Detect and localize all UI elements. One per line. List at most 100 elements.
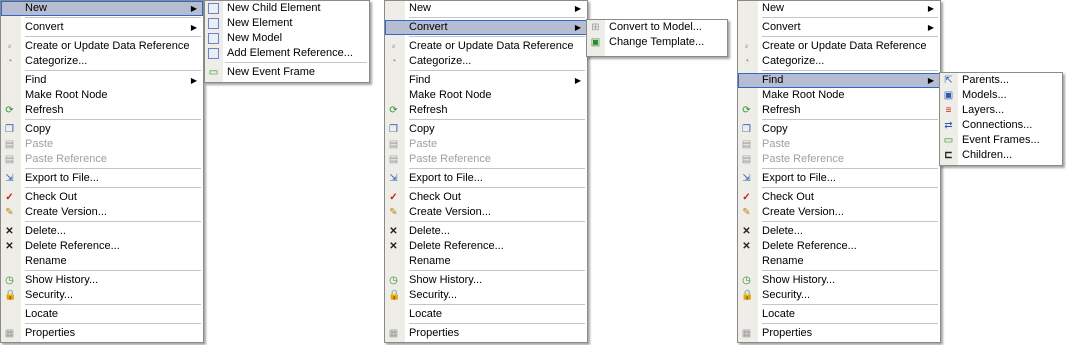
submenu-arrow-icon: ▶ bbox=[190, 4, 197, 13]
menu-item-delete[interactable]: ✕ Delete... bbox=[738, 224, 940, 239]
history-icon: ◷ bbox=[5, 275, 14, 286]
menu-item-show-history[interactable]: ◷ Show History... bbox=[385, 273, 587, 288]
paste-icon: ▤ bbox=[4, 139, 15, 150]
menu-item-export-to-file[interactable]: ⇲ Export to File... bbox=[738, 171, 940, 186]
menu-item-new[interactable]: New ▶ bbox=[738, 1, 940, 16]
menu-item-show-history[interactable]: ◷ Show History... bbox=[738, 273, 940, 288]
menu-item-check-out[interactable]: ✓ Check Out bbox=[385, 190, 587, 205]
menu-item-make-root-node[interactable]: Make Root Node bbox=[1, 88, 203, 103]
menu-item-delete[interactable]: ✕ Delete... bbox=[385, 224, 587, 239]
menu-item-convert[interactable]: Convert ▶ bbox=[738, 20, 940, 35]
paste-reference-icon: ▤ bbox=[388, 154, 399, 165]
submenu-arrow-icon: ▶ bbox=[190, 23, 197, 32]
menu-item-paste-reference: ▤ Paste Reference bbox=[388, 153, 491, 165]
menu-item-create-version[interactable]: ✎ Create Version... bbox=[1, 205, 203, 220]
menu-item-create-version[interactable]: ✎ Create Version... bbox=[385, 205, 587, 220]
convert-to-model-item[interactable]: ⊞ Convert to Model... bbox=[587, 20, 727, 35]
menu-item-properties[interactable]: ▦ Properties bbox=[385, 326, 587, 341]
delete-reference-icon: ✕ bbox=[5, 241, 14, 252]
delete-icon: ✕ bbox=[742, 226, 751, 237]
menu-item-rename[interactable]: Rename bbox=[1, 254, 203, 269]
menu-item-locate[interactable]: Locate bbox=[385, 307, 587, 322]
copy-icon: ❐ bbox=[742, 124, 751, 135]
copy-icon: ❐ bbox=[5, 124, 14, 135]
new-model-item[interactable]: New Model bbox=[205, 31, 369, 46]
data-reference-icon: ⸗ bbox=[7, 41, 12, 52]
menu-item-locate[interactable]: Locate bbox=[1, 307, 203, 322]
add-element-reference-item[interactable]: Add Element Reference... bbox=[205, 46, 369, 61]
properties-icon: ▦ bbox=[741, 328, 752, 339]
menu-item-security[interactable]: 🔒 Security... bbox=[1, 288, 203, 303]
submenu-arrow-icon: ▶ bbox=[927, 4, 934, 13]
checkmark-icon: ✓ bbox=[5, 192, 14, 203]
lock-icon: 🔒 bbox=[388, 290, 401, 301]
menu-item-create-update-data-reference[interactable]: ⸗ Create or Update Data Reference bbox=[1, 39, 203, 54]
menu-item-convert[interactable]: Convert ▶ bbox=[385, 20, 587, 35]
submenu-arrow-icon: ▶ bbox=[190, 76, 197, 85]
event-frames-icon: ▭ bbox=[943, 135, 954, 146]
delete-icon: ✕ bbox=[389, 226, 398, 237]
version-icon: ✎ bbox=[389, 207, 398, 218]
find-layers-item[interactable]: ≡ Layers... bbox=[940, 103, 1062, 118]
menu-item-copy[interactable]: ❐ Copy bbox=[385, 122, 587, 137]
event-frame-icon: ▭ bbox=[208, 67, 219, 78]
properties-icon: ▦ bbox=[4, 328, 15, 339]
menu-item-categorize[interactable]: ◔ Categorize... bbox=[1, 54, 203, 69]
menu-item-convert[interactable]: Convert ▶ bbox=[1, 20, 203, 35]
menu-item-delete-reference[interactable]: ✕ Delete Reference... bbox=[385, 239, 587, 254]
menu-item-refresh[interactable]: ⟳ Refresh bbox=[385, 103, 587, 118]
menu-item-categorize[interactable]: ◔ Categorize... bbox=[738, 54, 940, 69]
find-models-item[interactable]: ▣ Models... bbox=[940, 88, 1062, 103]
menu-item-paste-reference: ▤ Paste Reference bbox=[4, 153, 107, 165]
menu-item-security[interactable]: 🔒 Security... bbox=[738, 288, 940, 303]
menu-item-make-root-node[interactable]: Make Root Node bbox=[738, 88, 940, 103]
context-menu-2: New ▶ Convert ▶ ⸗ Create or Update Data Ref… bbox=[384, 0, 588, 343]
menu-item-rename[interactable]: Rename bbox=[385, 254, 587, 269]
menu-item-new[interactable]: New ▶ bbox=[1, 1, 203, 16]
menu-item-refresh[interactable]: ⟳ Refresh bbox=[1, 103, 203, 118]
new-event-frame-item[interactable]: ▭ New Event Frame bbox=[205, 65, 369, 80]
menu-item-show-history[interactable]: ◷ Show History... bbox=[1, 273, 203, 288]
menu-item-security[interactable]: 🔒 Security... bbox=[385, 288, 587, 303]
submenu-arrow-icon: ▶ bbox=[927, 76, 934, 85]
find-event-frames-item[interactable]: ▭ Event Frames... bbox=[940, 133, 1062, 148]
menu-item-delete-reference[interactable]: ✕ Delete Reference... bbox=[1, 239, 203, 254]
menu-item-check-out[interactable]: ✓ Check Out bbox=[738, 190, 940, 205]
menu-item-refresh[interactable]: ⟳ Refresh bbox=[738, 103, 940, 118]
menu-item-copy[interactable]: ❐ Copy bbox=[738, 122, 940, 137]
menu-item-categorize[interactable]: ◔ Categorize... bbox=[385, 54, 587, 69]
menu-item-delete-reference[interactable]: ✕ Delete Reference... bbox=[738, 239, 940, 254]
models-icon: ▣ bbox=[943, 90, 954, 101]
menu-item-rename[interactable]: Rename bbox=[738, 254, 940, 269]
menu-item-find[interactable]: Find ▶ bbox=[1, 73, 203, 88]
menu-item-properties[interactable]: ▦ Properties bbox=[738, 326, 940, 341]
menu-item-find[interactable]: Find ▶ bbox=[385, 73, 587, 88]
context-menu-3: New ▶ Convert ▶ ⸗ Create or Update Data Ref… bbox=[737, 0, 941, 343]
menu-item-find[interactable]: Find ▶ bbox=[738, 73, 940, 88]
menu-item-export-to-file[interactable]: ⇲ Export to File... bbox=[385, 171, 587, 186]
submenu-arrow-icon: ▶ bbox=[574, 76, 581, 85]
submenu-arrow-icon: ▶ bbox=[574, 23, 581, 32]
find-connections-item[interactable]: ⇄ Connections... bbox=[940, 118, 1062, 133]
menu-item-create-version[interactable]: ✎ Create Version... bbox=[738, 205, 940, 220]
new-element-item[interactable]: New Element bbox=[205, 16, 369, 31]
find-children-item[interactable]: ⊏ Children... bbox=[940, 148, 1062, 163]
menu-item-new[interactable]: New ▶ bbox=[385, 1, 587, 16]
menu-item-make-root-node[interactable]: Make Root Node bbox=[385, 88, 587, 103]
menu-item-paste: ▤ Paste bbox=[4, 138, 54, 150]
find-submenu: ⇱ Parents... ▣ Models... ≡ Layers... ⇄ Conne… bbox=[939, 72, 1063, 166]
menu-item-create-update-data-reference[interactable]: ⸗ Create or Update Data Reference bbox=[738, 39, 940, 54]
menu-item-export-to-file[interactable]: ⇲ Export to File... bbox=[1, 171, 203, 186]
menu-item-locate[interactable]: Locate bbox=[738, 307, 940, 322]
change-template-item[interactable]: ▣ Change Template... bbox=[587, 35, 727, 50]
menu-item-copy[interactable]: ❐ Copy bbox=[1, 122, 203, 137]
export-icon: ⇲ bbox=[5, 173, 14, 184]
paste-icon: ▤ bbox=[388, 139, 399, 150]
new-child-element-item[interactable]: New Child Element bbox=[205, 1, 369, 16]
menu-item-delete[interactable]: ✕ Delete... bbox=[1, 224, 203, 239]
menu-item-check-out[interactable]: ✓ Check Out bbox=[1, 190, 203, 205]
menu-item-properties[interactable]: ▦ Properties bbox=[1, 326, 203, 341]
find-parents-item[interactable]: ⇱ Parents... bbox=[940, 73, 1062, 88]
menu-item-create-update-data-reference[interactable]: ⸗ Create or Update Data Reference bbox=[385, 39, 587, 54]
submenu-arrow-icon: ▶ bbox=[574, 4, 581, 13]
